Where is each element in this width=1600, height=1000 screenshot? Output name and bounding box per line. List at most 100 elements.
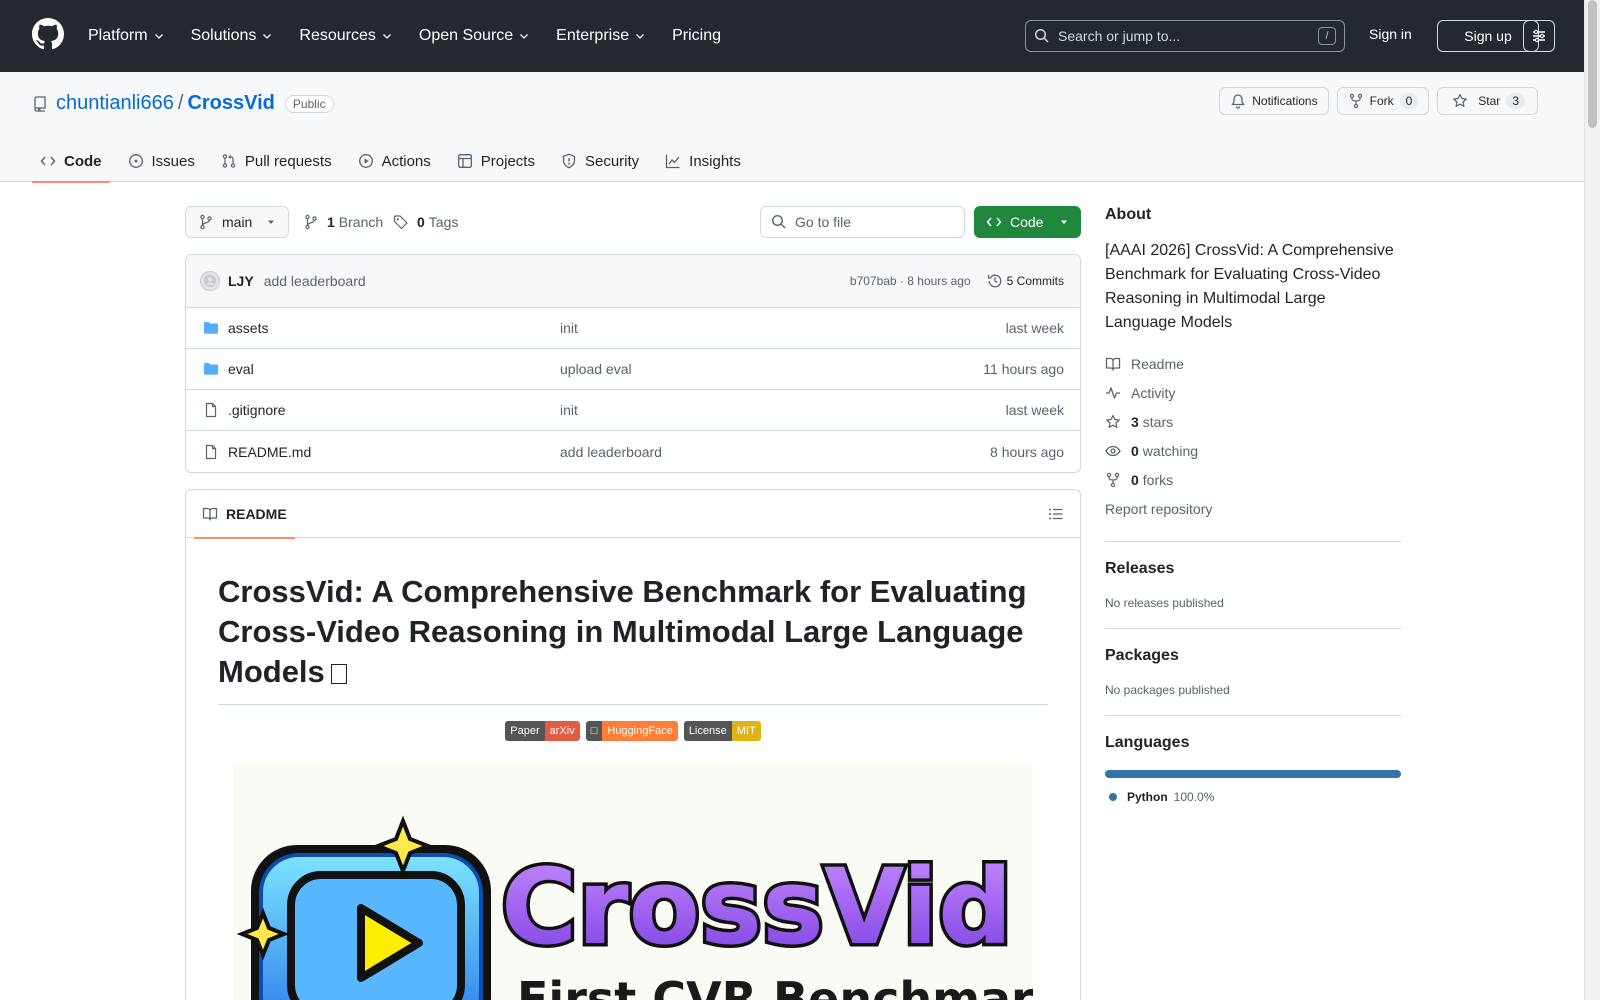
- issue-icon: [128, 154, 143, 168]
- visibility-badge: Public: [284, 94, 334, 113]
- forks-link[interactable]: 0 forks: [1105, 465, 1401, 494]
- crossvid-logo-graphic: CrossVid First CVR Benchmark: [236, 815, 1033, 1000]
- nav-label: Open Source: [418, 27, 514, 44]
- sign-in-link[interactable]: Sign in: [1369, 26, 1412, 42]
- pulse-icon: [1106, 386, 1120, 399]
- language-item[interactable]: Python 100.0%: [1105, 790, 1401, 804]
- badge-left: Paper: [505, 721, 545, 741]
- nav-resources[interactable]: Resources: [299, 27, 392, 45]
- file-row[interactable]: assets init last week: [186, 308, 1080, 349]
- file-name-link[interactable]: assets: [228, 320, 268, 336]
- file-listing: LJY add leaderboard b707bab · 8 hours ag…: [185, 254, 1081, 473]
- nav-solutions[interactable]: Solutions: [191, 27, 274, 45]
- notifications-button[interactable]: Notifications: [1219, 87, 1329, 115]
- file-name-link[interactable]: .gitignore: [228, 402, 286, 418]
- releases-heading[interactable]: Releases: [1105, 560, 1401, 578]
- scrollbar-thumb[interactable]: [1588, 0, 1597, 128]
- packages-heading[interactable]: Packages: [1105, 647, 1401, 665]
- code-dropdown-button[interactable]: Code: [974, 206, 1081, 238]
- tab-label: Code: [64, 152, 102, 170]
- caret-down-icon: [268, 220, 274, 224]
- star-count: 3: [1506, 93, 1525, 109]
- fork-button[interactable]: Fork 0: [1336, 87, 1430, 115]
- nav-label: Resources: [299, 27, 376, 44]
- watching-link[interactable]: 0 watching: [1105, 436, 1401, 465]
- branch-selector[interactable]: main: [185, 206, 289, 238]
- file-commit-message[interactable]: upload eval: [560, 361, 632, 377]
- readme-body: CrossVid: A Comprehensive Benchmark for …: [186, 572, 1080, 1000]
- graph-icon: [666, 154, 680, 169]
- star-button[interactable]: Star 3: [1437, 87, 1538, 115]
- file-commit-time: 8 hours ago: [990, 443, 1064, 460]
- readme-header: README: [186, 490, 1080, 539]
- commit-author[interactable]: LJY: [228, 273, 254, 289]
- license-badge[interactable]: License MIT: [683, 721, 761, 741]
- eye-icon: [1105, 445, 1121, 456]
- nav-enterprise[interactable]: Enterprise: [556, 27, 646, 45]
- global-header: Platform Solutions Resources Open Source…: [0, 0, 1584, 72]
- branches-link[interactable]: 1 Branch: [303, 206, 383, 238]
- pull-request-icon: [222, 154, 236, 168]
- nav-open-source[interactable]: Open Source: [419, 27, 530, 45]
- tab-issues[interactable]: Issues: [120, 140, 203, 182]
- file-commit-time: last week: [1005, 402, 1064, 418]
- tab-actions[interactable]: Actions: [350, 140, 439, 182]
- readme-link[interactable]: Readme: [1105, 349, 1401, 378]
- search-shortcut-key: /: [1318, 27, 1336, 45]
- avatar[interactable]: [200, 271, 220, 291]
- tab-projects[interactable]: Projects: [449, 140, 543, 182]
- code-icon: [40, 156, 56, 166]
- file-commit-message[interactable]: add leaderboard: [560, 444, 662, 460]
- about-links: Readme Activity 3 stars 0 watching 0 for…: [1105, 349, 1401, 523]
- branch-icon: [200, 214, 212, 230]
- readme-badges: Paper arXiv □ HuggingFace License MIT: [218, 721, 1048, 741]
- activity-link-label: Activity: [1131, 384, 1176, 401]
- paper-badge[interactable]: Paper arXiv: [505, 721, 580, 741]
- github-logo-icon[interactable]: [32, 18, 64, 50]
- readme-tab[interactable]: README: [194, 490, 295, 539]
- list-unordered-icon[interactable]: [1048, 506, 1064, 522]
- stars-link[interactable]: 3 stars: [1105, 407, 1401, 436]
- commits-link[interactable]: 5 Commits: [987, 273, 1064, 289]
- file-row[interactable]: README.md add leaderboard 8 hours ago: [186, 431, 1080, 472]
- languages-section: Languages Python 100.0%: [1105, 715, 1401, 804]
- book-icon: [202, 507, 218, 521]
- play-circle-icon: [358, 154, 373, 168]
- file-name-link[interactable]: README.md: [228, 444, 311, 460]
- nav-pricing[interactable]: Pricing: [672, 27, 721, 45]
- repo-owner-link[interactable]: chuntianli666: [56, 92, 174, 115]
- stars-count: 3: [1131, 413, 1139, 430]
- activity-link[interactable]: Activity: [1105, 378, 1401, 407]
- file-name-link[interactable]: eval: [228, 361, 254, 377]
- shield-icon: [562, 153, 576, 169]
- search-icon: [771, 214, 786, 229]
- tags-link[interactable]: 0 Tags: [393, 206, 458, 238]
- tab-insights[interactable]: Insights: [657, 140, 749, 182]
- report-repository-link[interactable]: Report repository: [1105, 494, 1401, 523]
- file-commit-message[interactable]: init: [560, 402, 578, 418]
- tab-pull-requests[interactable]: Pull requests: [213, 140, 340, 182]
- file-toolbar: main 1 Branch 0 Tags Go to file Code: [185, 206, 1081, 238]
- commit-hash-time[interactable]: b707bab · 8 hours ago: [850, 274, 971, 288]
- global-search[interactable]: Search or jump to... /: [1025, 20, 1345, 52]
- go-to-file-input[interactable]: Go to file: [760, 206, 965, 238]
- tags-label: Tags: [428, 214, 459, 230]
- book-icon: [1105, 357, 1121, 371]
- page-scrollbar[interactable]: [1584, 0, 1600, 1000]
- tab-code[interactable]: Code: [32, 140, 110, 183]
- file-row[interactable]: .gitignore init last week: [186, 390, 1080, 431]
- repo-header: chuntianli666 / CrossVid Public Notifica…: [0, 72, 1584, 183]
- file-commit-message[interactable]: init: [560, 320, 578, 336]
- file-row[interactable]: eval upload eval 11 hours ago: [186, 349, 1080, 390]
- repo-name-link[interactable]: CrossVid: [187, 92, 274, 115]
- tab-security[interactable]: Security: [553, 140, 647, 182]
- notifications-label: Notifications: [1252, 94, 1318, 108]
- options-menu-button[interactable]: [1523, 20, 1555, 52]
- code-button-label: Code: [1010, 214, 1044, 230]
- tab-label: Security: [584, 152, 640, 170]
- forks-count: 0: [1131, 471, 1139, 488]
- nav-platform[interactable]: Platform: [88, 27, 165, 45]
- huggingface-badge[interactable]: □ HuggingFace: [585, 721, 678, 741]
- commit-message[interactable]: add leaderboard: [264, 273, 366, 289]
- readme-link-label: Readme: [1131, 355, 1184, 372]
